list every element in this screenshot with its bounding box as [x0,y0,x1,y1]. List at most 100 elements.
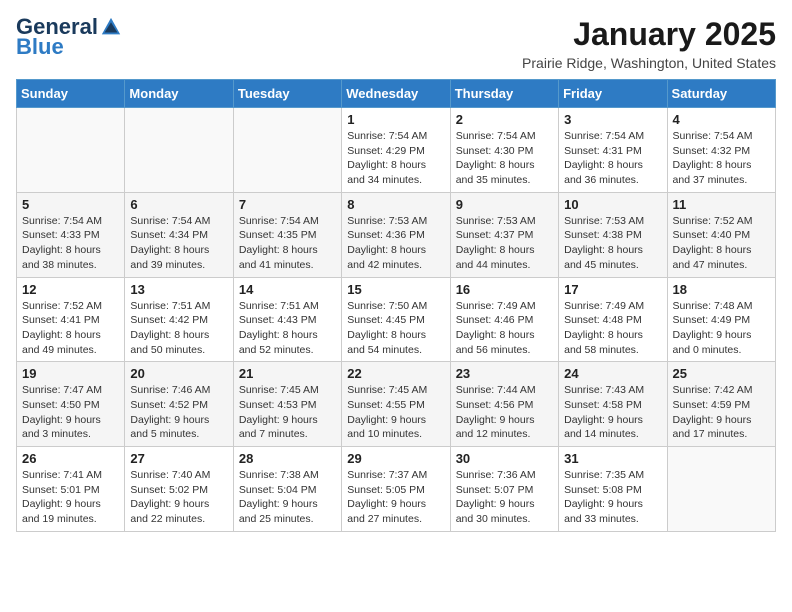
calendar-cell: 21 Sunrise: 7:45 AMSunset: 4:53 PMDayligh… [233,362,341,447]
day-number: 3 [564,112,661,127]
day-number: 15 [347,282,444,297]
title-block: January 2025 Prairie Ridge, Washington, … [522,16,776,71]
day-info: Sunrise: 7:37 AMSunset: 5:05 PMDaylight:… [347,468,444,527]
calendar-cell: 27 Sunrise: 7:40 AMSunset: 5:02 PMDayligh… [125,447,233,532]
logo: General Blue [16,16,122,60]
day-info: Sunrise: 7:42 AMSunset: 4:59 PMDaylight:… [673,383,770,442]
day-info: Sunrise: 7:53 AMSunset: 4:36 PMDaylight:… [347,214,444,273]
calendar-cell: 30 Sunrise: 7:36 AMSunset: 5:07 PMDayligh… [450,447,558,532]
calendar-cell: 1Sunrise: 7:54 AMSunset: 4:29 PMDaylight… [342,108,450,193]
calendar-week-row: 5Sunrise: 7:54 AMSunset: 4:33 PMDaylight… [17,192,776,277]
calendar-cell: 5Sunrise: 7:54 AMSunset: 4:33 PMDaylight… [17,192,125,277]
calendar-cell: 2 Sunrise: 7:54 AMSunset: 4:30 PMDaylight… [450,108,558,193]
day-info: Sunrise: 7:45 AMSunset: 4:53 PMDaylight:… [239,383,336,442]
day-number: 2 [456,112,553,127]
calendar-header-wednesday: Wednesday [342,80,450,108]
day-number: 30 [456,451,553,466]
day-info: Sunrise: 7:50 AMSunset: 4:45 PMDaylight:… [347,299,444,358]
day-info: Sunrise: 7:35 AMSunset: 5:08 PMDaylight:… [564,468,661,527]
calendar-cell: 8 Sunrise: 7:53 AMSunset: 4:36 PMDaylight… [342,192,450,277]
calendar-cell: 7 Sunrise: 7:54 AMSunset: 4:35 PMDaylight… [233,192,341,277]
day-number: 8 [347,197,444,212]
calendar-cell: 26 Sunrise: 7:41 AMSunset: 5:01 PMDayligh… [17,447,125,532]
day-info: Sunrise: 7:53 AMSunset: 4:37 PMDaylight:… [456,214,553,273]
day-info: Sunrise: 7:36 AMSunset: 5:07 PMDaylight:… [456,468,553,527]
day-info: Sunrise: 7:54 AMSunset: 4:31 PMDaylight:… [564,129,661,188]
day-number: 6 [130,197,227,212]
day-number: 7 [239,197,336,212]
day-info: Sunrise: 7:43 AMSunset: 4:58 PMDaylight:… [564,383,661,442]
day-info: Sunrise: 7:45 AMSunset: 4:55 PMDaylight:… [347,383,444,442]
day-info: Sunrise: 7:54 AMSunset: 4:33 PMDaylight:… [22,214,119,273]
day-number: 4 [673,112,770,127]
day-number: 13 [130,282,227,297]
calendar-cell: 28 Sunrise: 7:38 AMSunset: 5:04 PMDayligh… [233,447,341,532]
day-number: 21 [239,366,336,381]
day-info: Sunrise: 7:49 AMSunset: 4:46 PMDaylight:… [456,299,553,358]
day-number: 9 [456,197,553,212]
day-info: Sunrise: 7:54 AMSunset: 4:32 PMDaylight:… [673,129,770,188]
day-number: 24 [564,366,661,381]
day-info: Sunrise: 7:38 AMSunset: 5:04 PMDaylight:… [239,468,336,527]
day-number: 10 [564,197,661,212]
month-title: January 2025 [522,16,776,53]
day-info: Sunrise: 7:54 AMSunset: 4:35 PMDaylight:… [239,214,336,273]
logo-blue: Blue [16,34,64,60]
calendar-cell [17,108,125,193]
calendar-week-row: 12Sunrise: 7:52 AMSunset: 4:41 PMDayligh… [17,277,776,362]
day-number: 20 [130,366,227,381]
calendar-cell: 15 Sunrise: 7:50 AMSunset: 4:45 PMDayligh… [342,277,450,362]
calendar-cell: 25 Sunrise: 7:42 AMSunset: 4:59 PMDayligh… [667,362,775,447]
calendar-cell: 17 Sunrise: 7:49 AMSunset: 4:48 PMDayligh… [559,277,667,362]
calendar-cell: 19 Sunrise: 7:47 AMSunset: 4:50 PMDayligh… [17,362,125,447]
page-header: General Blue January 2025 Prairie Ridge,… [16,16,776,71]
calendar-cell [125,108,233,193]
day-number: 27 [130,451,227,466]
calendar-table: SundayMondayTuesdayWednesdayThursdayFrid… [16,79,776,532]
day-number: 25 [673,366,770,381]
day-number: 22 [347,366,444,381]
calendar-header-tuesday: Tuesday [233,80,341,108]
calendar-header-monday: Monday [125,80,233,108]
calendar-cell [233,108,341,193]
calendar-cell: 20 Sunrise: 7:46 AMSunset: 4:52 PMDayligh… [125,362,233,447]
calendar-cell: 3 Sunrise: 7:54 AMSunset: 4:31 PMDaylight… [559,108,667,193]
day-number: 18 [673,282,770,297]
calendar-cell [667,447,775,532]
calendar-cell: 12Sunrise: 7:52 AMSunset: 4:41 PMDayligh… [17,277,125,362]
day-info: Sunrise: 7:40 AMSunset: 5:02 PMDaylight:… [130,468,227,527]
calendar-cell: 4 Sunrise: 7:54 AMSunset: 4:32 PMDaylight… [667,108,775,193]
calendar-cell: 18Sunrise: 7:48 AMSunset: 4:49 PMDayligh… [667,277,775,362]
calendar-week-row: 19 Sunrise: 7:47 AMSunset: 4:50 PMDayligh… [17,362,776,447]
day-info: Sunrise: 7:44 AMSunset: 4:56 PMDaylight:… [456,383,553,442]
day-number: 11 [673,197,770,212]
day-info: Sunrise: 7:54 AMSunset: 4:29 PMDaylight:… [347,129,444,188]
calendar-cell: 29Sunrise: 7:37 AMSunset: 5:05 PMDayligh… [342,447,450,532]
day-number: 17 [564,282,661,297]
calendar-week-row: 26 Sunrise: 7:41 AMSunset: 5:01 PMDayligh… [17,447,776,532]
day-info: Sunrise: 7:53 AMSunset: 4:38 PMDaylight:… [564,214,661,273]
calendar-cell: 6Sunrise: 7:54 AMSunset: 4:34 PMDaylight… [125,192,233,277]
calendar-cell: 10 Sunrise: 7:53 AMSunset: 4:38 PMDayligh… [559,192,667,277]
calendar-body: 1Sunrise: 7:54 AMSunset: 4:29 PMDaylight… [17,108,776,532]
day-info: Sunrise: 7:52 AMSunset: 4:41 PMDaylight:… [22,299,119,358]
day-info: Sunrise: 7:54 AMSunset: 4:30 PMDaylight:… [456,129,553,188]
day-number: 16 [456,282,553,297]
calendar-cell: 23Sunrise: 7:44 AMSunset: 4:56 PMDayligh… [450,362,558,447]
day-info: Sunrise: 7:41 AMSunset: 5:01 PMDaylight:… [22,468,119,527]
calendar-cell: 13Sunrise: 7:51 AMSunset: 4:42 PMDayligh… [125,277,233,362]
day-number: 28 [239,451,336,466]
day-number: 14 [239,282,336,297]
calendar-header-row: SundayMondayTuesdayWednesdayThursdayFrid… [17,80,776,108]
logo-icon [100,16,122,38]
calendar-header-saturday: Saturday [667,80,775,108]
day-info: Sunrise: 7:47 AMSunset: 4:50 PMDaylight:… [22,383,119,442]
day-info: Sunrise: 7:52 AMSunset: 4:40 PMDaylight:… [673,214,770,273]
day-number: 26 [22,451,119,466]
day-number: 19 [22,366,119,381]
calendar-week-row: 1Sunrise: 7:54 AMSunset: 4:29 PMDaylight… [17,108,776,193]
calendar-cell: 24 Sunrise: 7:43 AMSunset: 4:58 PMDayligh… [559,362,667,447]
day-info: Sunrise: 7:46 AMSunset: 4:52 PMDaylight:… [130,383,227,442]
calendar-cell: 11 Sunrise: 7:52 AMSunset: 4:40 PMDayligh… [667,192,775,277]
day-info: Sunrise: 7:49 AMSunset: 4:48 PMDaylight:… [564,299,661,358]
